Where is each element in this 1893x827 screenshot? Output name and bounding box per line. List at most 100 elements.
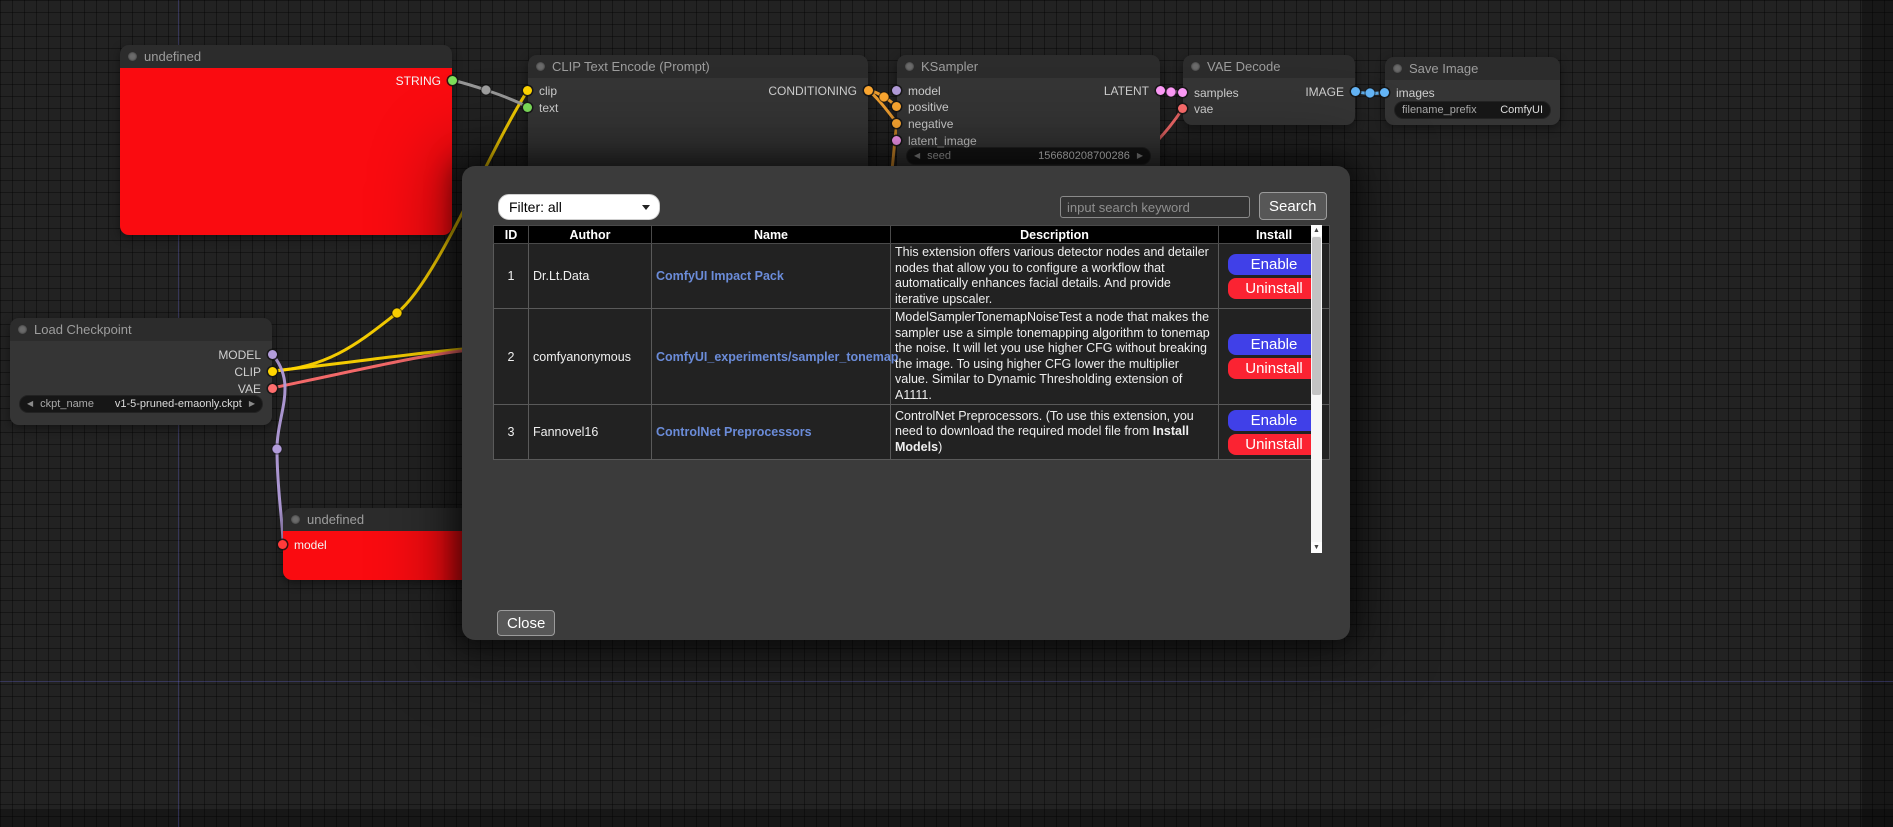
node-undefined-top[interactable]: undefined STRING xyxy=(120,45,452,235)
node-header[interactable]: CLIP Text Encode (Prompt) xyxy=(528,55,868,78)
output-dot-model[interactable] xyxy=(268,350,277,359)
enable-button[interactable]: Enable xyxy=(1228,410,1320,431)
filter-select-wrap: Filter: all xyxy=(498,194,660,220)
input-dot-vae[interactable] xyxy=(1178,104,1187,113)
output-dot-vae[interactable] xyxy=(268,384,277,393)
node-collapse-dot[interactable] xyxy=(536,62,545,71)
seed-increment-arrow[interactable]: ▶ xyxy=(1137,148,1143,164)
ext-author: Dr.Lt.Data xyxy=(529,244,652,309)
node-header[interactable]: undefined xyxy=(120,45,452,68)
node-title: Save Image xyxy=(1409,61,1478,76)
input-dot-images[interactable] xyxy=(1380,88,1389,97)
input-dot-latent-image[interactable] xyxy=(892,136,901,145)
node-title: CLIP Text Encode (Prompt) xyxy=(552,59,710,74)
ext-description: ControlNet Preprocessors. (To use this e… xyxy=(891,405,1219,460)
ext-description: This extension offers various detector n… xyxy=(891,244,1219,309)
seed-widget[interactable]: ◀ seed 156680208700286 ▶ xyxy=(907,148,1150,164)
node-title: undefined xyxy=(144,49,201,64)
search-button[interactable]: Search xyxy=(1259,192,1327,220)
node-title: VAE Decode xyxy=(1207,59,1280,74)
ext-link[interactable]: ComfyUI_experiments/sampler_tonemap xyxy=(656,350,898,364)
node-header[interactable]: KSampler xyxy=(897,55,1160,78)
node-header[interactable]: Save Image xyxy=(1385,57,1560,80)
node-header[interactable]: Load Checkpoint xyxy=(10,318,272,341)
table-scrollbar[interactable]: ▲ ▼ xyxy=(1311,225,1322,553)
input-label-negative: negative xyxy=(908,117,953,131)
input-label-images: images xyxy=(1396,86,1435,100)
output-dot-string[interactable] xyxy=(448,76,457,85)
node-title: Load Checkpoint xyxy=(34,322,132,337)
node-collapse-dot[interactable] xyxy=(1191,62,1200,71)
link-dot-image xyxy=(1365,88,1375,98)
uninstall-button[interactable]: Uninstall xyxy=(1228,358,1320,379)
node-body xyxy=(120,68,452,235)
desc-text: ModelSamplerTonemapNoiseTest a node that… xyxy=(895,310,1210,402)
custom-nodes-dialog: Filter: all Search ID Author Name Descri… xyxy=(462,166,1350,640)
wire-string-to-text xyxy=(452,80,528,107)
node-collapse-dot[interactable] xyxy=(1393,64,1402,73)
output-label-string: STRING xyxy=(396,74,441,88)
node-collapse-dot[interactable] xyxy=(291,515,300,524)
ext-author: comfyanonymous xyxy=(529,309,652,405)
node-title: KSampler xyxy=(921,59,978,74)
output-dot-conditioning[interactable] xyxy=(864,86,873,95)
output-label-model: MODEL xyxy=(218,348,261,362)
ckpt-prev-arrow[interactable]: ◀ xyxy=(27,396,33,412)
node-collapse-dot[interactable] xyxy=(18,325,27,334)
ext-description: ModelSamplerTonemapNoiseTest a node that… xyxy=(891,309,1219,405)
node-ksampler[interactable]: KSampler model positive negative latent_… xyxy=(897,55,1160,175)
input-label-model: model xyxy=(294,538,327,552)
node-header[interactable]: undefined xyxy=(283,508,483,531)
node-collapse-dot[interactable] xyxy=(905,62,914,71)
header-description: Description xyxy=(891,226,1219,244)
node-load-checkpoint[interactable]: Load Checkpoint MODEL CLIP VAE ◀ ckpt_na… xyxy=(10,318,272,425)
link-dot-conditioning xyxy=(879,92,889,102)
comfyui-canvas[interactable]: undefined STRING CLIP Text Encode (Promp… xyxy=(0,0,1893,827)
link-dot-clip xyxy=(392,308,402,318)
node-header[interactable]: VAE Decode xyxy=(1183,55,1355,78)
node-collapse-dot[interactable] xyxy=(128,52,137,61)
input-dot-positive[interactable] xyxy=(892,102,901,111)
input-dot-text[interactable] xyxy=(523,103,532,112)
node-undefined-bottom[interactable]: undefined model xyxy=(283,508,483,580)
header-author: Author xyxy=(529,226,652,244)
table-row: 3 Fannovel16 ControlNet Preprocessors Co… xyxy=(494,405,1330,460)
ckpt-next-arrow[interactable]: ▶ xyxy=(249,396,255,412)
filter-select[interactable]: Filter: all xyxy=(498,194,660,220)
enable-button[interactable]: Enable xyxy=(1228,334,1320,355)
enable-button[interactable]: Enable xyxy=(1228,254,1320,275)
output-dot-latent[interactable] xyxy=(1156,86,1165,95)
seed-widget-label: seed xyxy=(927,150,951,162)
ext-link[interactable]: ComfyUI Impact Pack xyxy=(656,269,784,283)
filename-prefix-widget[interactable]: filename_prefix ComfyUI xyxy=(1395,102,1550,118)
input-dot-negative[interactable] xyxy=(892,119,901,128)
uninstall-button[interactable]: Uninstall xyxy=(1228,278,1320,299)
desc-text: This extension offers various detector n… xyxy=(895,245,1209,306)
close-button[interactable]: Close xyxy=(497,610,555,636)
scrollbar-thumb[interactable] xyxy=(1312,237,1321,395)
scrollbar-down-arrow[interactable]: ▼ xyxy=(1311,542,1322,553)
node-vae-decode[interactable]: VAE Decode samples vae IMAGE xyxy=(1183,55,1355,125)
ckpt-widget-value: v1-5-pruned-emaonly.ckpt xyxy=(115,398,242,410)
filename-prefix-value: ComfyUI xyxy=(1500,104,1543,116)
input-label-latent-image: latent_image xyxy=(908,134,977,148)
ckpt-name-widget[interactable]: ◀ ckpt_name v1-5-pruned-emaonly.ckpt ▶ xyxy=(20,396,262,412)
input-dot-model[interactable] xyxy=(278,540,287,549)
search-input[interactable] xyxy=(1060,196,1250,218)
canvas-edge-bottom xyxy=(0,809,1893,827)
uninstall-button[interactable]: Uninstall xyxy=(1228,434,1320,455)
ext-id: 3 xyxy=(494,405,529,460)
link-dot-latent xyxy=(1166,87,1176,97)
node-save-image[interactable]: Save Image images filename_prefix ComfyU… xyxy=(1385,57,1560,125)
desc-text: ControlNet Preprocessors. (To use this e… xyxy=(895,409,1194,439)
output-dot-clip[interactable] xyxy=(268,367,277,376)
ext-author: Fannovel16 xyxy=(529,405,652,460)
ext-link[interactable]: ControlNet Preprocessors xyxy=(656,425,812,439)
seed-widget-value: 156680208700286 xyxy=(1038,150,1130,162)
output-label-latent: LATENT xyxy=(1104,84,1149,98)
scrollbar-up-arrow[interactable]: ▲ xyxy=(1311,225,1322,236)
seed-decrement-arrow[interactable]: ◀ xyxy=(914,148,920,164)
output-label-vae: VAE xyxy=(238,382,261,396)
output-dot-image[interactable] xyxy=(1351,87,1360,96)
link-dot-string xyxy=(481,85,491,95)
